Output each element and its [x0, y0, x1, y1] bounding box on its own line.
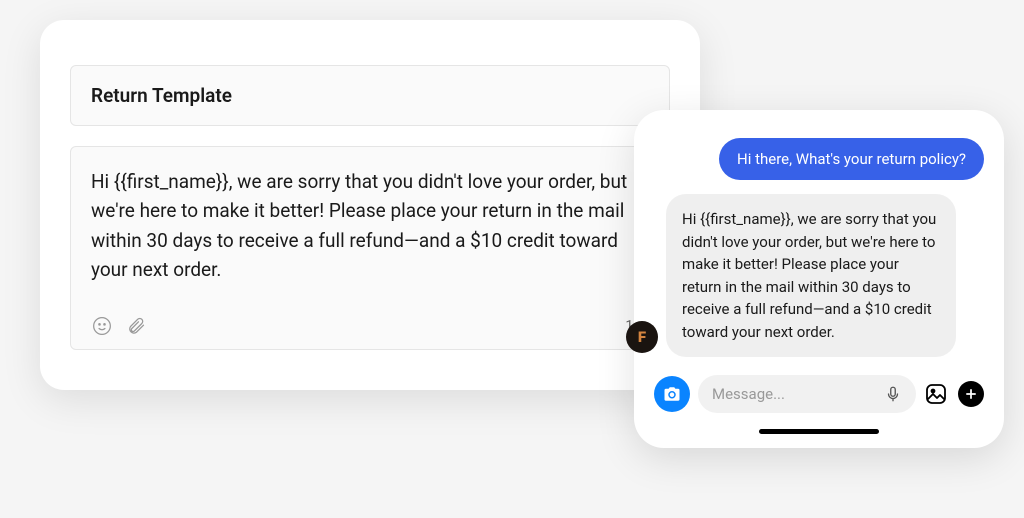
image-icon[interactable]	[924, 382, 948, 406]
user-message-bubble: Hi there, What's your return policy?	[719, 138, 984, 180]
template-body-text[interactable]: Hi {{first_name}}, we are sorry that you…	[91, 167, 649, 285]
template-editor-card: Return Template Hi {{first_name}}, we ar…	[40, 20, 700, 390]
template-footer: 1 m	[91, 315, 649, 337]
template-title-field[interactable]: Return Template	[70, 65, 670, 126]
camera-button[interactable]	[654, 376, 690, 412]
template-toolbar	[91, 315, 147, 337]
reply-row: F Hi {{first_name}}, we are sorry that y…	[654, 194, 984, 357]
chat-input-row: Message...	[654, 375, 984, 413]
chat-messages: Hi there, What's your return policy? F H…	[654, 138, 984, 375]
input-right-icons	[924, 381, 984, 407]
template-body-box: Hi {{first_name}}, we are sorry that you…	[70, 146, 670, 350]
attachment-icon[interactable]	[125, 315, 147, 337]
reply-message-bubble: Hi {{first_name}}, we are sorry that you…	[666, 194, 956, 357]
avatar: F	[626, 321, 658, 353]
plus-button[interactable]	[958, 381, 984, 407]
message-input[interactable]: Message...	[698, 375, 916, 413]
emoji-icon[interactable]	[91, 315, 113, 337]
message-input-placeholder: Message...	[712, 385, 785, 403]
microphone-icon[interactable]	[884, 385, 902, 403]
chat-preview-card: Hi there, What's your return policy? F H…	[634, 110, 1004, 448]
home-indicator	[759, 429, 879, 434]
